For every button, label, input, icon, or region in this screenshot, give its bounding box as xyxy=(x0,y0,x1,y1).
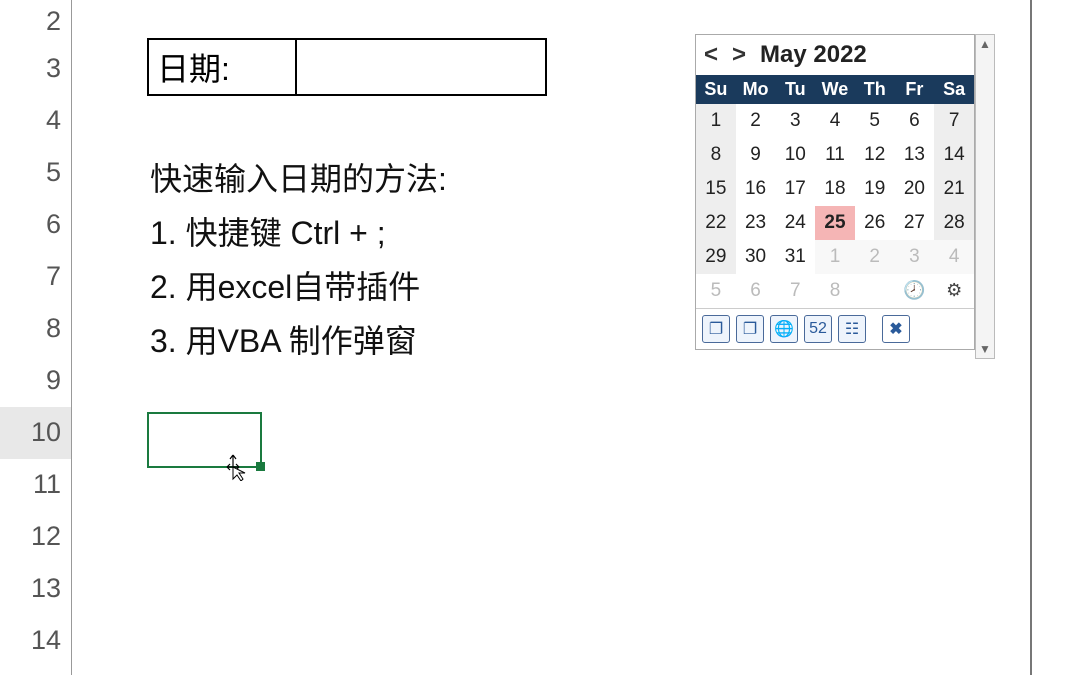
calendar-day[interactable]: 2 xyxy=(855,240,895,274)
calendar-day[interactable]: 5 xyxy=(855,104,895,138)
move-cursor-icon xyxy=(219,453,247,481)
calendar-prev-button[interactable]: < xyxy=(700,41,722,69)
calendar-day[interactable]: 6 xyxy=(736,274,776,308)
calendar-weekday-sa: Sa xyxy=(934,75,974,104)
calendar-weekday-fr: Fr xyxy=(895,75,935,104)
calendar-day[interactable]: 18 xyxy=(815,172,855,206)
date-input-box: 日期: xyxy=(147,38,547,96)
calendar-day[interactable]: 8 xyxy=(696,138,736,172)
calendar-grid-button[interactable]: ☷ xyxy=(838,315,866,343)
row-header-11[interactable]: 11 xyxy=(0,459,71,511)
date-label: 日期: xyxy=(149,40,297,94)
instructions-heading: 快速输入日期的方法: xyxy=(150,152,447,206)
row-header-12[interactable]: 12 xyxy=(0,511,71,563)
calendar-day[interactable]: 9 xyxy=(736,138,776,172)
calendar-day[interactable]: 14 xyxy=(934,138,974,172)
calendar-day[interactable]: 1 xyxy=(815,240,855,274)
row-header-6[interactable]: 6 xyxy=(0,199,71,251)
row-header-5[interactable]: 5 xyxy=(0,147,71,199)
calendar-weekday-tu: Tu xyxy=(775,75,815,104)
calendar-day[interactable]: 21 xyxy=(934,172,974,206)
calendar-day[interactable]: 19 xyxy=(855,172,895,206)
calendar-day[interactable]: 31 xyxy=(775,240,815,274)
calendar-day[interactable]: 15 xyxy=(696,172,736,206)
calendar-day[interactable]: 23 xyxy=(736,206,776,240)
date-input[interactable] xyxy=(297,40,545,94)
calendar-day[interactable]: 16 xyxy=(736,172,776,206)
calendar-clock-icon[interactable]: 🕗 xyxy=(895,274,935,308)
row-header-13[interactable]: 13 xyxy=(0,563,71,615)
instructions-text: 快速输入日期的方法: 1. 快捷键 Ctrl + ; 2. 用excel自带插件… xyxy=(150,152,447,368)
row-header-9[interactable]: 9 xyxy=(0,355,71,407)
calendar-title: May 2022 xyxy=(760,41,867,69)
instructions-line-1: 1. 快捷键 Ctrl + ; xyxy=(150,206,447,260)
calendar-day[interactable]: 26 xyxy=(855,206,895,240)
row-header-4[interactable]: 4 xyxy=(0,95,71,147)
scroll-down-icon[interactable]: ▼ xyxy=(976,340,994,358)
instructions-line-2: 2. 用excel自带插件 xyxy=(150,260,447,314)
calendar-day[interactable]: 7 xyxy=(775,274,815,308)
calendar-day[interactable]: 1 xyxy=(696,104,736,138)
calendar-day[interactable]: 3 xyxy=(775,104,815,138)
calendar-weekday-th: Th xyxy=(855,75,895,104)
calendar-close-button[interactable]: ✖ xyxy=(882,315,910,343)
row-header-14[interactable]: 14 xyxy=(0,615,71,667)
row-header-10[interactable]: 10 xyxy=(0,407,71,459)
calendar-number-button[interactable]: 52 xyxy=(804,315,832,343)
calendar-footer-row: 5678 🕗⚙ xyxy=(696,274,974,308)
calendar-day[interactable]: 12 xyxy=(855,138,895,172)
calendar-weekdays: SuMoTuWeThFrSa xyxy=(696,75,974,104)
calendar-mini-window-2-button[interactable]: ❐ xyxy=(736,315,764,343)
calendar-scrollbar[interactable]: ▲ ▼ xyxy=(975,34,995,359)
calendar-day[interactable]: 7 xyxy=(934,104,974,138)
calendar-day[interactable]: 8 xyxy=(815,274,855,308)
sheet-right-border xyxy=(1030,0,1032,675)
calendar-day[interactable]: 24 xyxy=(775,206,815,240)
calendar-day[interactable]: 6 xyxy=(895,104,935,138)
calendar-day[interactable]: 29 xyxy=(696,240,736,274)
row-header-3[interactable]: 3 xyxy=(0,43,71,95)
calendar-day[interactable]: 10 xyxy=(775,138,815,172)
calendar-day[interactable]: 25 xyxy=(815,206,855,240)
calendar-weekday-su: Su xyxy=(696,75,736,104)
calendar-day[interactable]: 22 xyxy=(696,206,736,240)
spreadsheet-area: 日期: 快速输入日期的方法: 1. 快捷键 Ctrl + ; 2. 用excel… xyxy=(72,0,1080,675)
calendar-day[interactable]: 13 xyxy=(895,138,935,172)
calendar-day[interactable]: 3 xyxy=(895,240,935,274)
calendar-toolbar: ❐ ❐ 🌐 52 ☷ ✖ xyxy=(696,308,974,349)
calendar-day[interactable]: 5 xyxy=(696,274,736,308)
row-header-8[interactable]: 8 xyxy=(0,303,71,355)
calendar-day[interactable]: 4 xyxy=(815,104,855,138)
scroll-up-icon[interactable]: ▲ xyxy=(976,35,994,53)
row-headers: 234567891011121314 xyxy=(0,0,72,675)
calendar-footer-blank xyxy=(855,274,895,308)
calendar-day[interactable]: 30 xyxy=(736,240,776,274)
calendar-days-grid: 1234567891011121314151617181920212223242… xyxy=(696,104,974,274)
calendar-day[interactable]: 4 xyxy=(934,240,974,274)
calendar-next-button[interactable]: > xyxy=(728,41,750,69)
calendar-globe-button[interactable]: 🌐 xyxy=(770,315,798,343)
row-header-2[interactable]: 2 xyxy=(0,0,71,43)
calendar-mini-window-1-button[interactable]: ❐ xyxy=(702,315,730,343)
instructions-line-3: 3. 用VBA 制作弹窗 xyxy=(150,314,447,368)
calendar-weekday-we: We xyxy=(815,75,855,104)
calendar-header: < > May 2022 xyxy=(696,35,974,75)
calendar-day[interactable]: 27 xyxy=(895,206,935,240)
calendar-gear-icon[interactable]: ⚙ xyxy=(934,274,974,308)
calendar-day[interactable]: 28 xyxy=(934,206,974,240)
calendar-day[interactable]: 2 xyxy=(736,104,776,138)
calendar-day[interactable]: 20 xyxy=(895,172,935,206)
calendar-day[interactable]: 17 xyxy=(775,172,815,206)
row-header-7[interactable]: 7 xyxy=(0,251,71,303)
calendar-popup: < > May 2022 SuMoTuWeThFrSa 123456789101… xyxy=(695,34,975,350)
calendar-day[interactable]: 11 xyxy=(815,138,855,172)
calendar-weekday-mo: Mo xyxy=(736,75,776,104)
